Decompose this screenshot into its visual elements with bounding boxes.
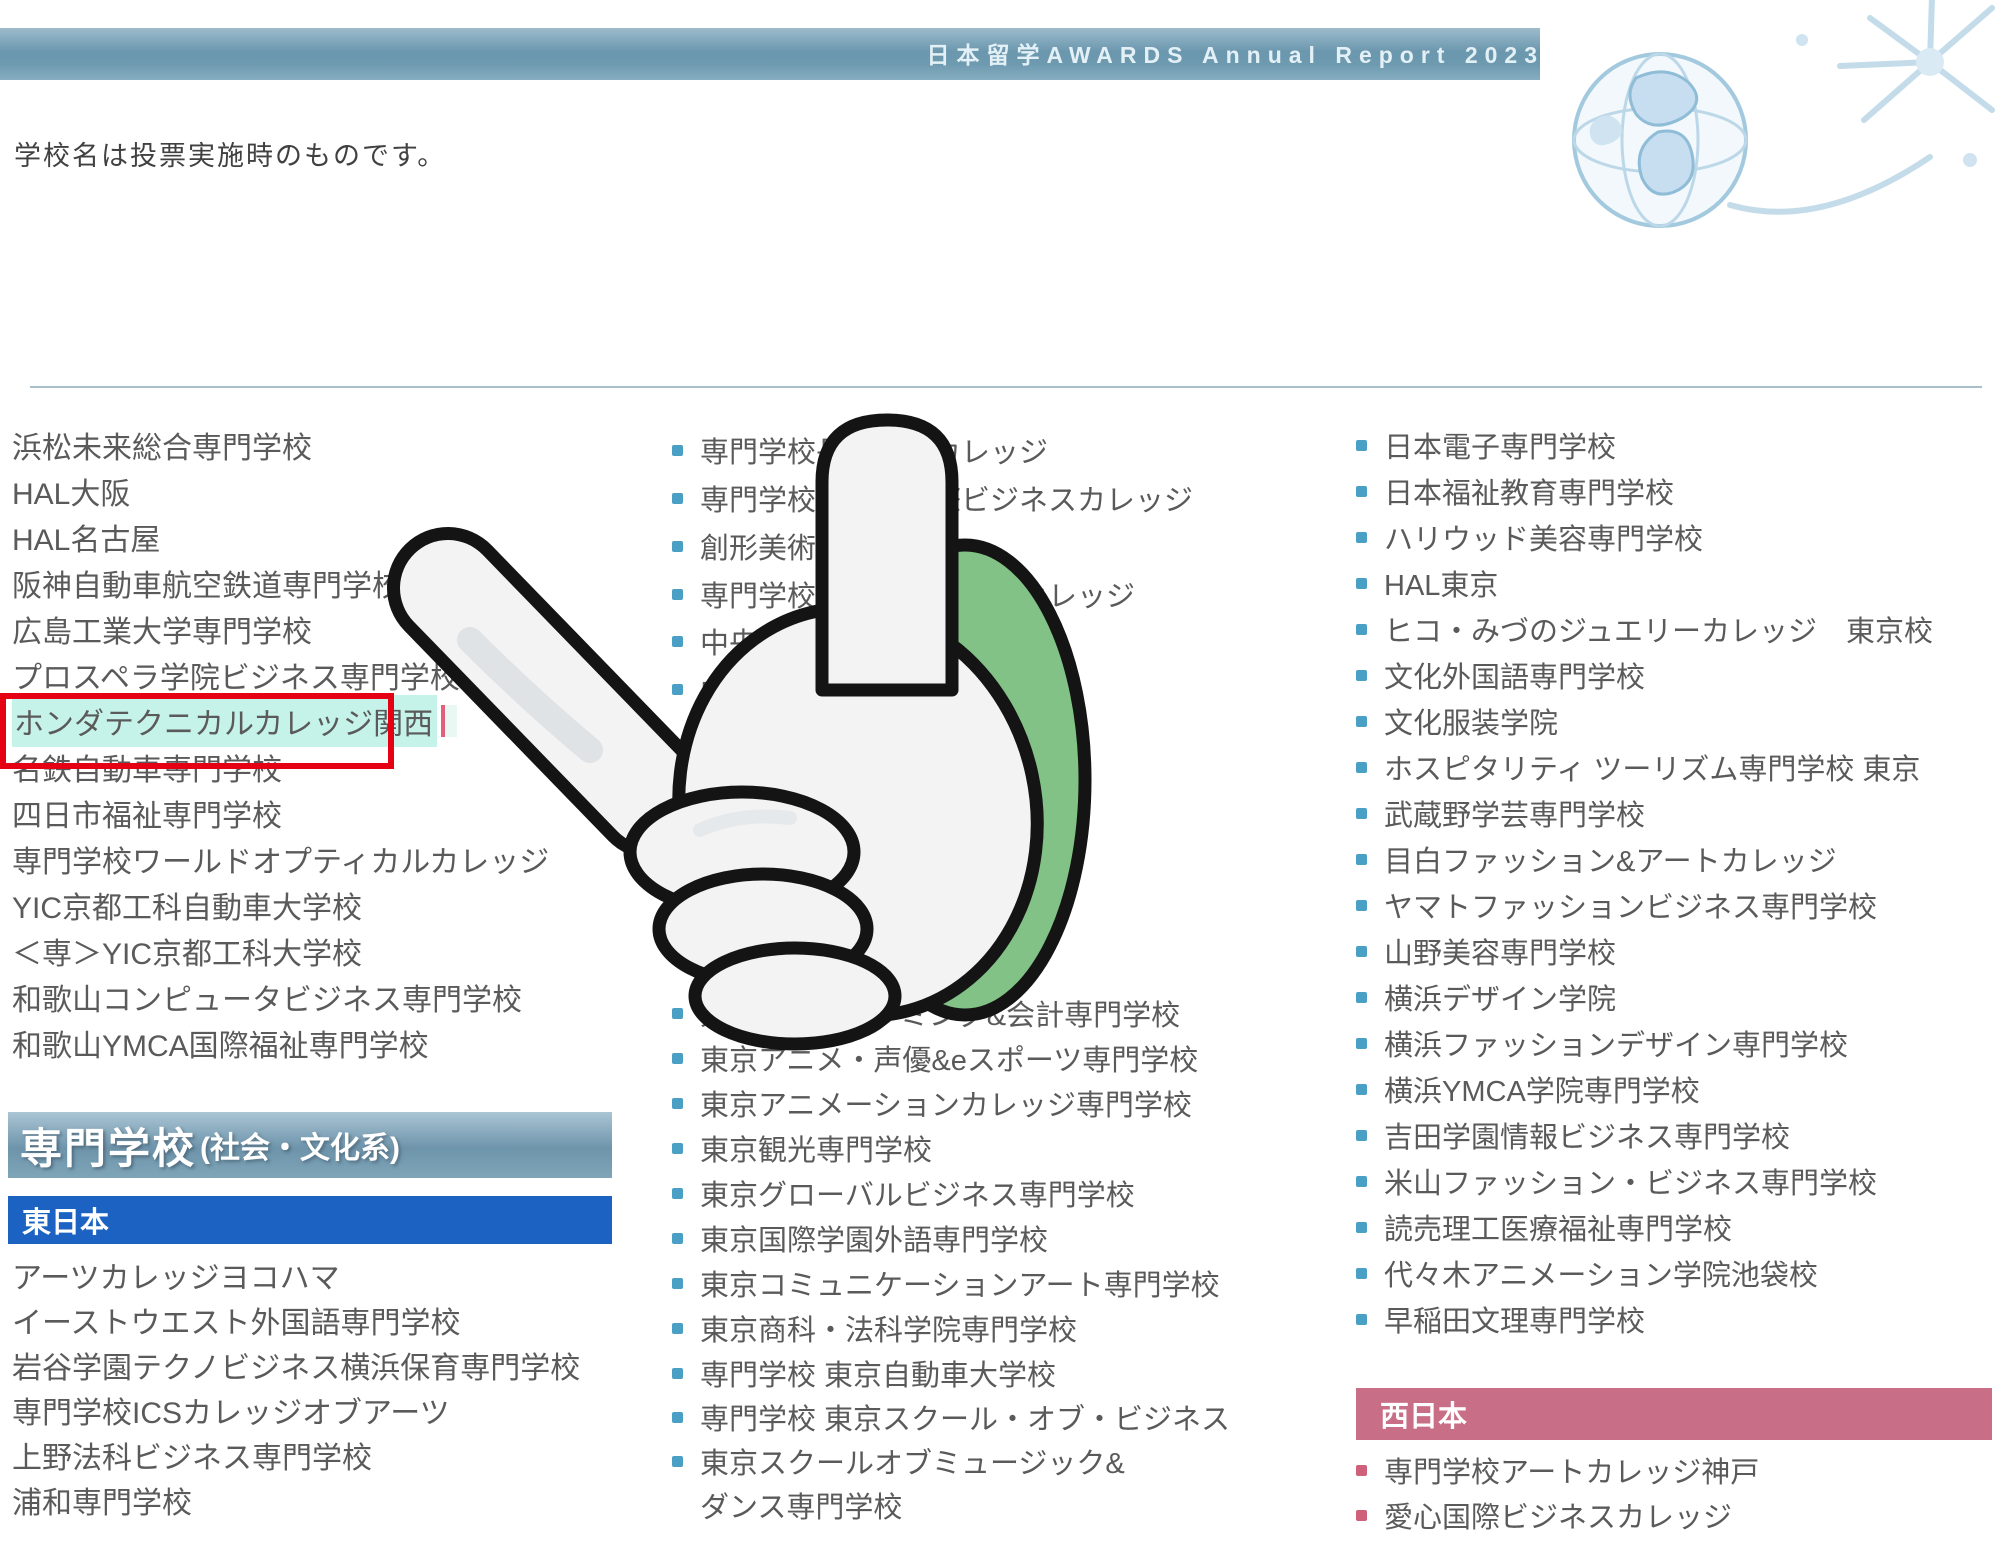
list-item: 横浜YMCA学院専門学校	[1356, 1066, 1700, 1112]
list-item: 横浜ファッションデザイン専門学校	[1356, 1020, 1848, 1066]
list-item: 読売理工医療福祉専門学校	[1356, 1204, 1732, 1250]
report-title: 日本留学AWARDS Annual Report 2023	[927, 28, 1544, 80]
pointing-hand-icon	[380, 400, 1110, 1070]
list-item: 専門学校アートカレッジ神戸	[1356, 1447, 1759, 1493]
bullet-icon	[1356, 992, 1367, 1003]
list-item: 浦和専門学校	[12, 1477, 192, 1523]
report-page: 日本留学AWARDS Annual Report 2023 学校名は投票実施時の…	[0, 0, 2000, 1545]
list-item: 名鉄自動車専門学校	[12, 744, 282, 790]
list-item: イーストウエスト外国語専門学校	[12, 1297, 461, 1343]
list-item: アーツカレッジヨコハマ	[12, 1252, 340, 1298]
list-item: 岩谷学園テクノビジネス横浜保育専門学校	[12, 1342, 580, 1388]
bullet-icon	[1356, 1314, 1367, 1325]
bullet-icon	[1356, 1176, 1367, 1187]
bullet-icon	[672, 1143, 683, 1154]
region-header-east: 東日本	[8, 1196, 612, 1244]
bullet-icon	[1356, 486, 1367, 497]
list-item: 専門学校 東京自動車大学校	[672, 1350, 1056, 1396]
bullet-icon	[1356, 946, 1367, 957]
list-item: 目白ファッション&アートカレッジ	[1356, 836, 1837, 882]
list-item: 東京観光専門学校	[672, 1125, 932, 1171]
bullet-icon	[672, 1323, 683, 1334]
bullet-icon	[1356, 578, 1367, 589]
bullet-icon	[1356, 900, 1367, 911]
list-item: HAL大阪	[12, 468, 130, 514]
bullet-icon	[1356, 1510, 1367, 1521]
list-item: 東京グローバルビジネス専門学校	[672, 1170, 1135, 1216]
list-item: 専門学校ICSカレッジオブアーツ	[12, 1387, 450, 1433]
bullet-icon	[672, 1233, 683, 1244]
list-item: ヒコ・みづのジュエリーカレッジ 東京校	[1356, 606, 1933, 652]
bullet-icon	[1356, 1268, 1367, 1279]
list-item: 広島工業大学専門学校	[12, 606, 312, 652]
list-item: 東京スクールオブミュージック&	[672, 1438, 1125, 1484]
bullet-icon	[1356, 808, 1367, 819]
bullet-icon	[1356, 1038, 1367, 1049]
category-subtitle: (社会・文化系)	[200, 1123, 400, 1167]
bullet-icon	[1356, 854, 1367, 865]
globe-icon	[1540, 0, 2000, 240]
list-item: 武蔵野学芸専門学校	[1356, 790, 1645, 836]
bullet-icon	[1356, 1130, 1367, 1141]
list-item: 浜松未来総合専門学校	[12, 422, 312, 468]
region-header-west: 西日本	[1356, 1388, 1992, 1440]
list-item: 早稲田文理専門学校	[1356, 1296, 1645, 1342]
header-bar: 日本留学AWARDS Annual Report 2023	[0, 28, 1560, 80]
bullet-icon	[1356, 716, 1367, 727]
bullet-icon	[1356, 1084, 1367, 1095]
bullet-icon	[1356, 670, 1367, 681]
category-header: 専門学校 (社会・文化系)	[8, 1112, 612, 1178]
list-item: YIC京都工科自動車大学校	[12, 882, 362, 928]
list-item: 東京コミュニケーションアート専門学校	[672, 1260, 1220, 1306]
list-item: ハリウッド美容専門学校	[1356, 514, 1703, 560]
list-item: ヤマトファッションビジネス専門学校	[1356, 882, 1877, 928]
list-item: 文化外国語専門学校	[1356, 652, 1645, 698]
bullet-icon	[672, 1278, 683, 1289]
list-item: HAL東京	[1356, 560, 1498, 606]
list-item: 山野美容専門学校	[1356, 928, 1616, 974]
bullet-icon	[1356, 1465, 1367, 1476]
bullet-icon	[1356, 762, 1367, 773]
list-item: 東京アニメーションカレッジ専門学校	[672, 1080, 1192, 1126]
list-item: 阪神自動車航空鉄道専門学校	[12, 560, 402, 606]
bullet-icon	[672, 1368, 683, 1379]
list-item: 横浜デザイン学院	[1356, 974, 1616, 1020]
list-item: 日本電子専門学校	[1356, 422, 1616, 468]
bullet-icon	[672, 1098, 683, 1109]
list-item-continuation: ダンス専門学校	[672, 1482, 902, 1528]
category-title: 専門学校	[20, 1115, 196, 1176]
bullet-icon	[1356, 440, 1367, 451]
bullet-icon	[672, 1188, 683, 1199]
list-item: 吉田学園情報ビジネス専門学校	[1356, 1112, 1790, 1158]
bullet-icon	[1356, 532, 1367, 543]
list-item: 代々木アニメーション学院池袋校	[1356, 1250, 1818, 1296]
list-item: ＜専＞YIC京都工科大学校	[12, 928, 362, 974]
list-item: 和歌山YMCA国際福祉専門学校	[12, 1020, 429, 1066]
list-item: 米山ファッション・ビジネス専門学校	[1356, 1158, 1877, 1204]
divider-line	[30, 386, 1982, 388]
list-item: ホスピタリティ ツーリズム専門学校 東京	[1356, 744, 1920, 790]
list-item: 愛心国際ビジネスカレッジ	[1356, 1492, 1732, 1538]
list-item: HAL名古屋	[12, 514, 160, 560]
bullet-icon	[1356, 624, 1367, 635]
bullet-icon	[672, 1412, 683, 1423]
bullet-icon	[1356, 1222, 1367, 1233]
note-text: 学校名は投票実施時のものです。	[14, 134, 446, 173]
list-item: 四日市福祉専門学校	[12, 790, 282, 836]
list-item: 日本福祉教育専門学校	[1356, 468, 1674, 514]
list-item: 東京商科・法科学院専門学校	[672, 1305, 1077, 1351]
list-item: 東京国際学園外語専門学校	[672, 1215, 1048, 1261]
list-item: 専門学校 東京スクール・オブ・ビジネス	[672, 1394, 1230, 1440]
list-item: 上野法科ビジネス専門学校	[12, 1432, 372, 1478]
bullet-icon	[672, 1456, 683, 1467]
list-item: 文化服装学院	[1356, 698, 1558, 744]
